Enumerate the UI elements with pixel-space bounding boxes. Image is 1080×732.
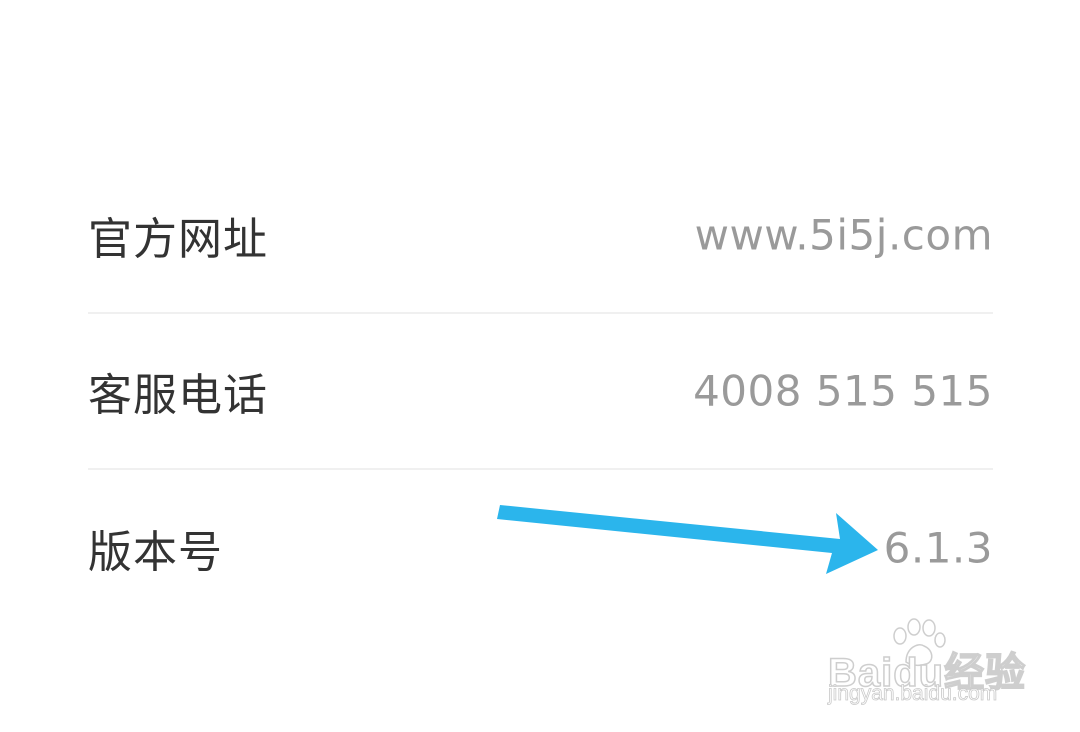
- baidu-jingyan-watermark: Baidu经验 jingyan.baidu.com: [827, 618, 1028, 718]
- watermark-url: jingyan.baidu.com: [828, 682, 998, 706]
- version-label: 版本号: [88, 527, 223, 578]
- official-website-label: 官方网址: [88, 214, 268, 265]
- customer-service-phone-label: 客服电话: [88, 370, 268, 421]
- about-page: 官方网址 www.5i5j.com 客服电话 4008 515 515 版本号 …: [0, 0, 1080, 732]
- official-website-row[interactable]: 官方网址 www.5i5j.com: [88, 158, 993, 314]
- app-info-list: 官方网址 www.5i5j.com 客服电话 4008 515 515 版本号 …: [88, 158, 993, 626]
- customer-service-phone-value[interactable]: 4008 515 515: [693, 367, 993, 416]
- customer-service-phone-row[interactable]: 客服电话 4008 515 515: [88, 314, 993, 470]
- version-value: 6.1.3: [883, 523, 993, 573]
- official-website-value[interactable]: www.5i5j.com: [695, 211, 993, 260]
- version-row: 版本号 6.1.3: [88, 470, 993, 626]
